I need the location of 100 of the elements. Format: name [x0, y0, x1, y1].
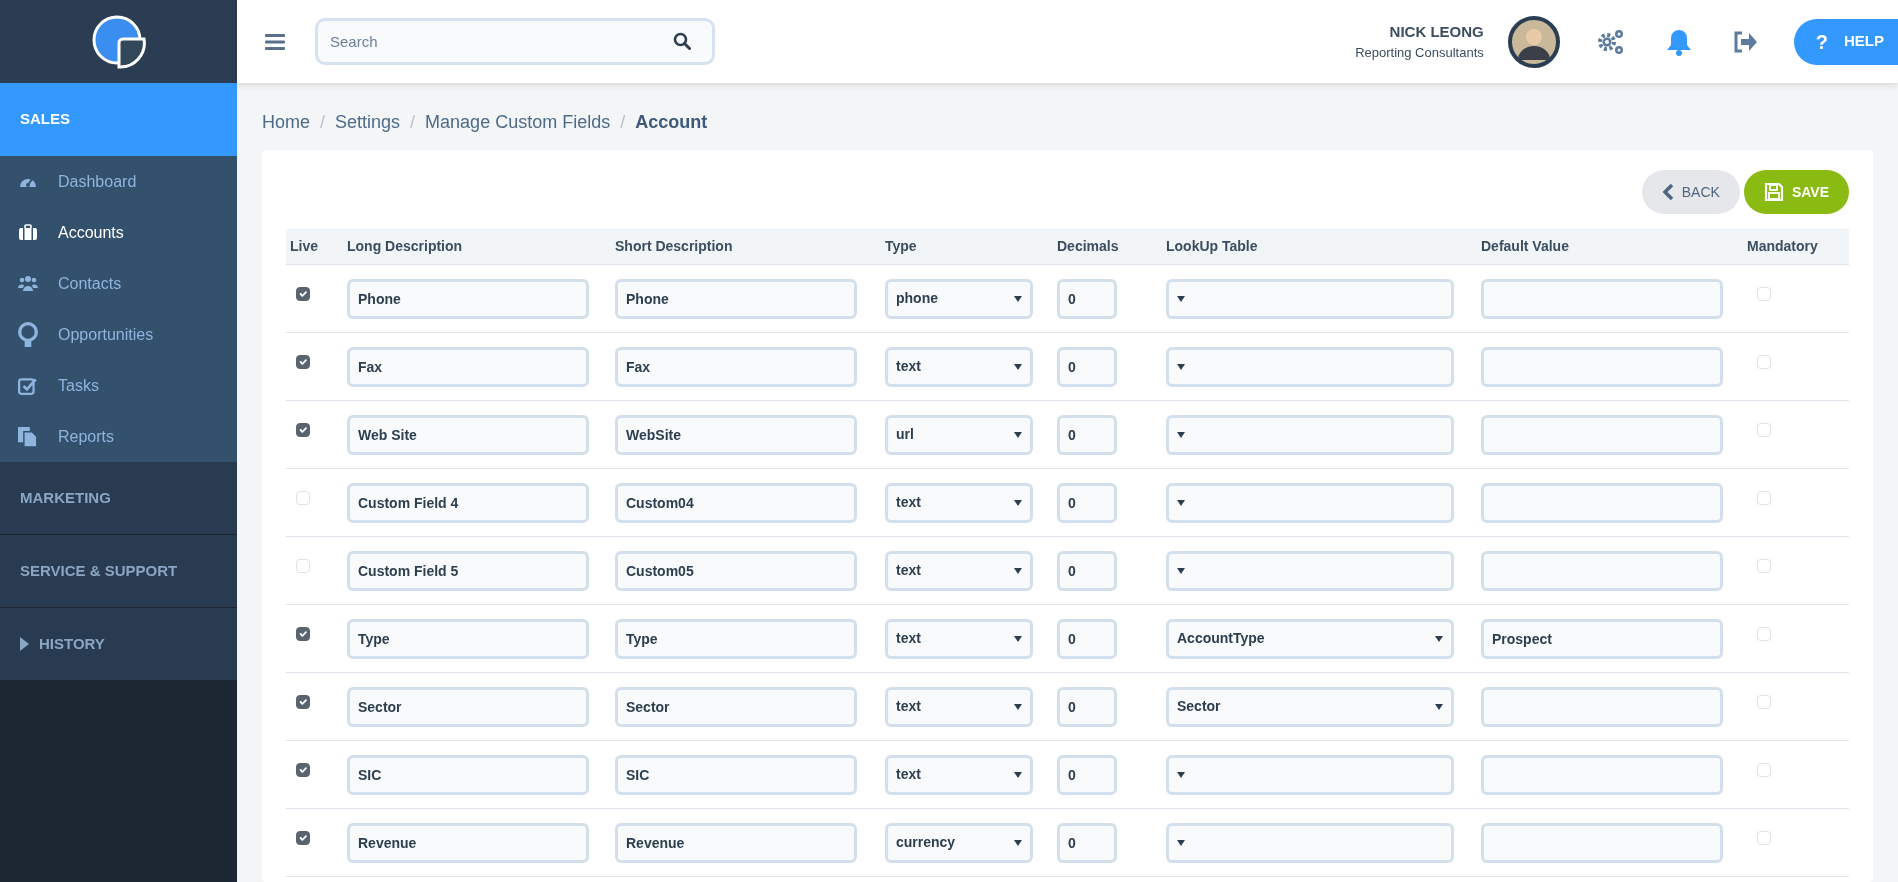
decimals-field[interactable]: 0: [1057, 346, 1117, 387]
default-value-field[interactable]: [1481, 414, 1723, 455]
decimals-field[interactable]: 0: [1057, 278, 1117, 319]
chevron-left-icon: [1661, 183, 1674, 201]
sidebar-item[interactable]: Contacts: [0, 258, 237, 309]
short-description-field[interactable]: Revenue: [615, 822, 857, 863]
default-value-field[interactable]: [1481, 278, 1723, 319]
type-select[interactable]: text: [885, 346, 1033, 387]
default-value-field[interactable]: [1481, 550, 1723, 591]
breadcrumb-separator: /: [320, 111, 326, 134]
sidebar-item[interactable]: Dashboard: [0, 156, 237, 207]
caret-icon: [1177, 498, 1185, 507]
default-value-field[interactable]: [1481, 822, 1723, 863]
logo[interactable]: [90, 13, 147, 70]
type-select[interactable]: text: [885, 754, 1033, 795]
short-description-field[interactable]: Custom05: [615, 550, 857, 591]
decimals-field[interactable]: 0: [1057, 822, 1117, 863]
long-description-field[interactable]: Phone: [347, 278, 589, 319]
lookup-table-select[interactable]: [1166, 278, 1454, 319]
caret-icon: [1014, 498, 1022, 507]
lookup-table-select[interactable]: [1166, 754, 1454, 795]
bell-icon[interactable]: [1665, 27, 1692, 56]
default-value-field[interactable]: Prospect: [1481, 618, 1723, 659]
long-description-field[interactable]: Custom Field 4: [347, 482, 589, 523]
sidebar-section[interactable]: HISTORY: [0, 608, 237, 681]
type-select[interactable]: currency: [885, 822, 1033, 863]
briefcase-icon: [18, 224, 38, 241]
long-description-field[interactable]: Web Site: [347, 414, 589, 455]
checkbox[interactable]: [296, 423, 310, 438]
type-select[interactable]: phone: [885, 278, 1033, 319]
caret-icon: [1177, 770, 1185, 779]
default-value-field[interactable]: [1481, 686, 1723, 727]
decimals-field[interactable]: 0: [1057, 482, 1117, 523]
lookup-table-select[interactable]: [1166, 414, 1454, 455]
caret-icon: [1014, 294, 1022, 303]
caret-icon: [1014, 634, 1022, 643]
short-description-field[interactable]: Type: [615, 618, 857, 659]
avatar[interactable]: [1507, 15, 1560, 68]
long-description-field[interactable]: Fax: [347, 346, 589, 387]
sidebar-item[interactable]: Opportunities: [0, 309, 237, 360]
documents-icon: [18, 426, 38, 447]
short-description-field[interactable]: WebSite: [615, 414, 857, 455]
search-field[interactable]: Search: [315, 18, 715, 65]
short-description-field[interactable]: Fax: [615, 346, 857, 387]
short-description-field[interactable]: SIC: [615, 754, 857, 795]
breadcrumb-separator: /: [410, 111, 416, 134]
type-select[interactable]: text: [885, 618, 1033, 659]
lightbulb-icon: [18, 322, 38, 347]
long-description-field[interactable]: SIC: [347, 754, 589, 795]
decimals-field[interactable]: 0: [1057, 618, 1117, 659]
decimals-field[interactable]: 0: [1057, 754, 1117, 795]
menu-icon[interactable]: [265, 33, 285, 50]
sidebar-item[interactable]: Reports: [0, 411, 237, 462]
back-button[interactable]: BACK: [1641, 170, 1740, 214]
checkbox[interactable]: [296, 355, 310, 370]
sidebar-section[interactable]: MARKETING: [0, 462, 237, 535]
default-value-field[interactable]: [1481, 482, 1723, 523]
default-value-field[interactable]: [1481, 754, 1723, 795]
checkbox[interactable]: [296, 763, 310, 778]
caret-icon[interactable]: [20, 637, 29, 651]
breadcrumb-link[interactable]: Manage Custom Fields: [425, 109, 611, 136]
decimals-field[interactable]: 0: [1057, 414, 1117, 455]
search-icon[interactable]: [673, 32, 691, 50]
breadcrumb-separator: /: [620, 111, 626, 134]
breadcrumb-current: Account: [635, 111, 708, 134]
caret-icon: [1014, 362, 1022, 371]
long-description-field[interactable]: Sector: [347, 686, 589, 727]
lookup-table-select[interactable]: [1166, 550, 1454, 591]
column-header: Default Value: [1477, 229, 1743, 265]
type-select[interactable]: text: [885, 482, 1033, 523]
sidebar-item[interactable]: Accounts: [0, 207, 237, 258]
checkbox[interactable]: [296, 287, 310, 302]
long-description-field[interactable]: Custom Field 5: [347, 550, 589, 591]
long-description-field[interactable]: Type: [347, 618, 589, 659]
lookup-table-select[interactable]: AccountType: [1166, 618, 1454, 659]
short-description-field[interactable]: Custom04: [615, 482, 857, 523]
checkbox[interactable]: [296, 695, 310, 710]
type-select[interactable]: url: [885, 414, 1033, 455]
breadcrumb-link[interactable]: Home: [262, 109, 310, 136]
decimals-field[interactable]: 0: [1057, 686, 1117, 727]
lookup-table-select[interactable]: [1166, 822, 1454, 863]
sidebar-item[interactable]: Tasks: [0, 360, 237, 411]
caret-icon: [1177, 838, 1185, 847]
short-description-field[interactable]: Phone: [615, 278, 857, 319]
sidebar-section[interactable]: SERVICE & SUPPORT: [0, 535, 237, 608]
breadcrumb-link[interactable]: Settings: [335, 109, 401, 136]
long-description-field[interactable]: Revenue: [347, 822, 589, 863]
lookup-table-select[interactable]: [1166, 482, 1454, 523]
type-select[interactable]: text: [885, 550, 1033, 591]
caret-icon: [1014, 770, 1022, 779]
caret-icon: [1014, 838, 1022, 847]
lookup-table-select[interactable]: [1166, 346, 1454, 387]
checkbox[interactable]: [296, 627, 310, 642]
lookup-table-select[interactable]: Sector: [1166, 686, 1454, 727]
decimals-field[interactable]: 0: [1057, 550, 1117, 591]
default-value-field[interactable]: [1481, 346, 1723, 387]
checkbox[interactable]: [296, 831, 310, 846]
short-description-field[interactable]: Sector: [615, 686, 857, 727]
type-select[interactable]: text: [885, 686, 1033, 727]
caret-icon: [1014, 430, 1022, 439]
